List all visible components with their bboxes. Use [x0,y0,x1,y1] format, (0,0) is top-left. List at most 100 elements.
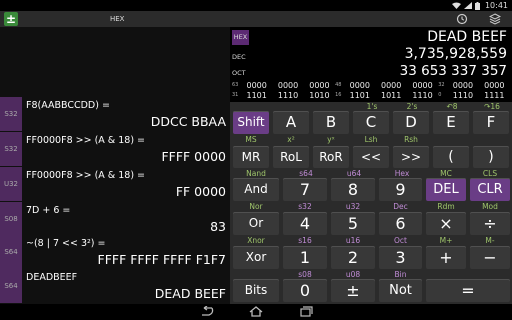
history-entry[interactable]: S64 DEADBEEF DEAD BEEF [0,269,230,303]
nand-label: Nand [246,169,266,178]
digit-2-key[interactable]: 2 [331,246,375,269]
twos-complement-label: 2's [406,102,418,111]
recent-apps-icon[interactable] [298,306,314,318]
digit-4-key[interactable]: 4 [283,212,327,235]
bit-index: 0 [438,92,442,98]
digit-9-key[interactable]: 9 [379,178,422,201]
signal-icon [464,2,472,9]
history-result: DDCC BBAA [150,114,226,129]
random-label: Rdm [437,202,455,211]
history-entry[interactable]: S64 ~(8 | 7 << 3²) = FFFF FFFF FFFF F1F7 [0,235,230,269]
mode-title: HEX [110,15,125,23]
bit-group[interactable]: 1110 [447,91,478,100]
bit-group[interactable]: 0000 [376,81,407,90]
history-result: DEAD BEEF [154,286,226,301]
bit-group[interactable]: 0000 [407,81,438,90]
memory-recall-key[interactable]: MR [233,146,269,168]
multiply-key[interactable]: × [426,212,466,235]
add-key[interactable]: + [426,246,466,269]
binary-row-low: 31 1101 1110 1010 16 1101 1011 1110 0 11… [232,90,510,100]
hex-digit-c-key[interactable]: C [353,111,389,134]
bit-group[interactable]: 1110 [272,91,303,100]
history-entry[interactable]: S32 FF0000F8 >> (A & 18) = FFFF 0000 [0,132,230,166]
back-icon[interactable] [198,306,214,318]
oct-value: 33 653 337 357 [399,63,507,79]
rotate-right-key[interactable]: RoR [313,146,349,168]
bit-group[interactable]: 0000 [447,81,478,90]
hex-digit-f-key[interactable]: F [473,111,509,134]
digit-1-key[interactable]: 1 [283,246,327,269]
hex-digit-d-key[interactable]: D [393,111,429,134]
shift-key[interactable]: Shift [233,111,269,134]
status-bar: 10:41 [0,0,512,11]
divide-key[interactable]: ÷ [470,212,510,235]
oct-base-tag[interactable]: OCT [232,69,246,77]
digit-8-key[interactable]: 8 [331,178,375,201]
xnor-label: Xnor [247,236,265,245]
wifi-icon [452,2,461,9]
subtract-key[interactable]: − [470,246,510,269]
digit-5-key[interactable]: 5 [331,212,375,235]
bit-index: 32 [438,82,445,88]
negate-key[interactable]: ± [331,279,375,302]
open-paren-key[interactable]: ( [433,146,469,168]
signed-32-label: s32 [298,202,312,211]
status-time: 10:41 [484,1,508,10]
or-key[interactable]: Or [233,212,279,235]
stack-icon[interactable] [489,13,501,25]
bit-index: 16 [335,92,342,98]
rotate-left-8-label: ↶8 [446,102,458,111]
not-key[interactable]: Not [379,279,422,302]
delete-key[interactable]: DEL [426,178,466,201]
close-paren-key[interactable]: ) [473,146,509,168]
binary-row-high: 63 0000 0000 0000 48 0000 0000 0000 32 0… [232,80,510,90]
xor-key[interactable]: Xor [233,246,279,269]
bit-group[interactable]: 0000 [241,81,272,90]
shift-left-key[interactable]: << [353,146,389,168]
bit-group[interactable]: 1110 [407,91,438,100]
bit-group[interactable]: 1101 [344,91,375,100]
rotate-left-key[interactable]: RoL [273,146,309,168]
dec-base-tag[interactable]: DEC [232,53,246,61]
dec-value: 3,735,928,559 [404,46,507,62]
history-result: FFFF FFFF FFFF F1F7 [97,252,227,267]
bit-group[interactable]: 1011 [376,91,407,100]
history-entry[interactable]: U32 FF0000F8 >> (A & 18) = FF 0000 [0,167,230,201]
action-bar: ± HEX [0,11,512,27]
hex-value: DEAD BEEF [427,29,507,45]
app-icon[interactable]: ± [4,12,18,26]
value-display: HEX DEAD BEEF DEC 3,735,928,559 OCT 33 6… [230,27,512,102]
digit-7-key[interactable]: 7 [283,178,327,201]
history-entry[interactable]: S08 7D + 6 = 83 [0,202,230,236]
unsigned-8-label: u08 [345,270,361,279]
equals-key[interactable]: = [426,279,510,302]
hex-digit-b-key[interactable]: B [313,111,349,134]
bits-key[interactable]: Bits [233,279,279,302]
hex-digit-e-key[interactable]: E [433,111,469,134]
unsigned-32-label: u32 [345,202,361,211]
home-icon[interactable] [248,306,264,318]
bin-mode-label: Bin [394,270,407,279]
digit-6-key[interactable]: 6 [379,212,422,235]
bit-group[interactable]: 0000 [272,81,303,90]
hex-base-tag[interactable]: HEX [232,30,249,45]
hex-digit-a-key[interactable]: A [273,111,309,134]
history-icon[interactable] [456,13,468,25]
bit-group[interactable]: 1111 [479,91,510,100]
bit-group[interactable]: 0000 [344,81,375,90]
and-key[interactable]: And [233,178,279,201]
history-entry[interactable]: S32 F8(AABBCCDD) = DDCC BBAA [0,97,230,131]
oct-mode-label: Oct [394,236,407,245]
history-result: 83 [210,219,226,234]
bit-group[interactable]: 0000 [304,81,335,90]
bit-group[interactable]: 1010 [304,91,335,100]
bit-group[interactable]: 0000 [479,81,510,90]
modulo-label: Mod [482,202,498,211]
history-expression: FF0000F8 >> (A & 18) = [26,170,146,181]
history-expression: DEADBEEF [26,272,78,283]
clear-key[interactable]: CLR [470,178,510,201]
bit-group[interactable]: 1101 [241,91,272,100]
shift-right-key[interactable]: >> [393,146,429,168]
digit-3-key[interactable]: 3 [379,246,422,269]
digit-0-key[interactable]: 0 [283,279,327,302]
